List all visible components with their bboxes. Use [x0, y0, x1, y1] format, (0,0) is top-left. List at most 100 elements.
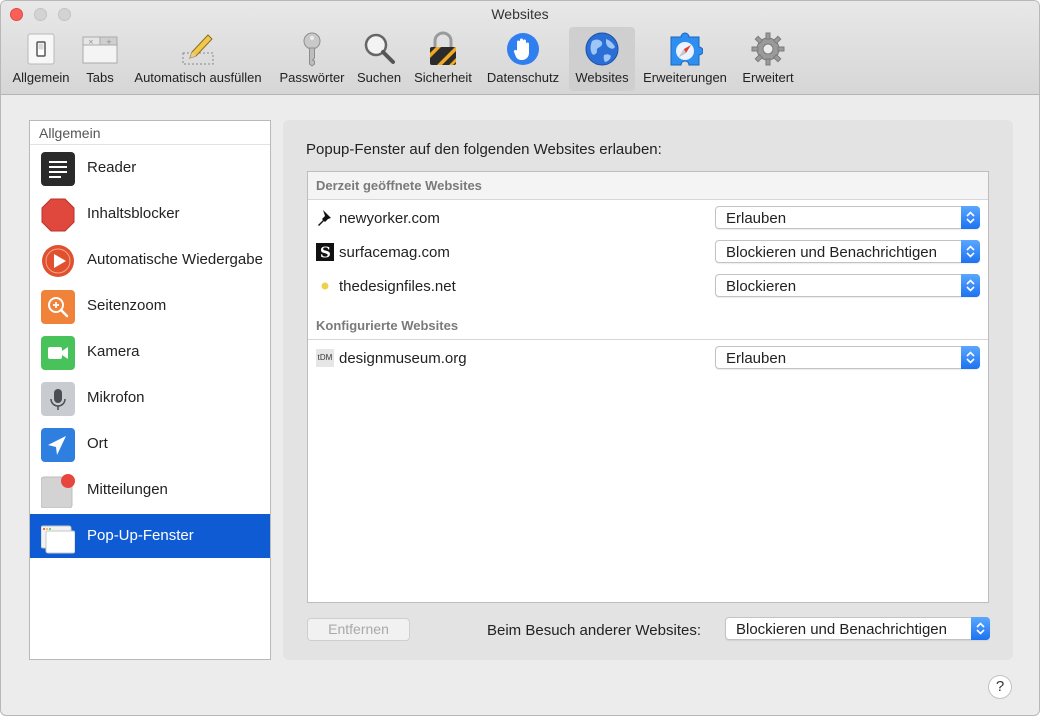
section-header-configured-websites: Konfigurierte Websites: [308, 312, 988, 340]
sidebar-header: Allgemein: [30, 121, 270, 145]
chevron-updown-icon: [961, 206, 980, 229]
titlebar: Websites Allgemein × + Tabs Automatisch …: [1, 1, 1039, 95]
settings-panel: Popup-Fenster auf den folgenden Websites…: [283, 120, 1013, 660]
sidebar-item-reader[interactable]: Reader: [30, 146, 270, 190]
sidebar-item-location[interactable]: Ort: [30, 422, 270, 466]
sidebar-item-label: Kamera: [87, 343, 140, 360]
sidebar-item-content-blockers[interactable]: Inhaltsblocker: [30, 192, 270, 236]
site-name: thedesignfiles.net: [339, 278, 456, 295]
popup-value: Blockieren: [726, 278, 797, 295]
sidebar-item-popup-windows[interactable]: Pop-Up-Fenster: [30, 514, 270, 558]
sidebar: Allgemein Reader Inhaltsblocker Automati…: [29, 120, 271, 660]
pencil-icon: [182, 34, 214, 65]
sidebar-item-autoplay[interactable]: Automatische Wiedergabe: [30, 238, 270, 282]
popup-value: Blockieren und Benachrichtigen: [736, 621, 947, 638]
site-name: designmuseum.org: [339, 350, 467, 367]
site-name: surfacemag.com: [339, 244, 450, 261]
chevron-updown-icon: [971, 617, 990, 640]
table-row[interactable]: S surfacemag.com Blockieren und Benachri…: [308, 235, 988, 269]
gear-icon: [751, 32, 785, 66]
globe-icon: [585, 32, 619, 66]
site-name: newyorker.com: [339, 210, 440, 227]
toolbar-label: Erweitert: [742, 70, 794, 85]
sidebar-item-label: Automatische Wiedergabe: [87, 251, 263, 268]
popup-window-icon: [41, 525, 75, 554]
sidebar-item-page-zoom[interactable]: Seitenzoom: [30, 284, 270, 328]
sidebar-item-label: Reader: [87, 159, 137, 176]
site-setting-popup[interactable]: Erlauben: [715, 206, 980, 229]
stop-sign-icon: [41, 198, 75, 232]
popup-value: Blockieren und Benachrichtigen: [726, 244, 937, 261]
toolbar-item-extensions[interactable]: Erweiterungen: [639, 27, 731, 91]
table-row[interactable]: tDM designmuseum.org Erlauben: [308, 341, 988, 375]
key-icon: [303, 32, 321, 67]
popup-value: Erlauben: [726, 350, 787, 367]
sidebar-item-microphone[interactable]: Mikrofon: [30, 376, 270, 420]
toolbar-item-advanced[interactable]: Erweitert: [735, 27, 801, 91]
other-websites-popup[interactable]: Blockieren und Benachrichtigen: [725, 617, 990, 640]
other-websites-label: Beim Besuch anderer Websites:: [487, 622, 701, 639]
preferences-window: Websites Allgemein × + Tabs Automatisch …: [0, 0, 1040, 716]
site-setting-popup[interactable]: Blockieren: [715, 274, 980, 297]
sidebar-item-label: Inhaltsblocker: [87, 205, 180, 222]
toolbar-item-passwords[interactable]: Passwörter: [275, 27, 349, 91]
window-title: Websites: [491, 6, 549, 22]
chevron-updown-icon: [961, 240, 980, 263]
location-arrow-icon: [41, 428, 75, 462]
sidebar-item-label: Mikrofon: [87, 389, 145, 406]
sidebar-item-label: Ort: [87, 435, 108, 452]
toolbar-label: Passwörter: [279, 70, 345, 85]
hand-icon: [507, 33, 539, 65]
dm-logo-icon: tDM: [316, 349, 334, 367]
table-row[interactable]: newyorker.com Erlauben: [308, 201, 988, 235]
toolbar-label: Allgemein: [12, 70, 70, 85]
play-icon: [42, 245, 74, 277]
general-switch-icon: [27, 33, 55, 65]
pushpin-icon: [318, 210, 331, 226]
zoom-icon: [41, 290, 75, 324]
toolbar-item-search[interactable]: Suchen: [353, 27, 405, 91]
sidebar-item-label: Mitteilungen: [87, 481, 168, 498]
toolbar-label: Datenschutz: [486, 70, 560, 85]
svg-text:×: ×: [88, 38, 94, 46]
s-logo-icon: S: [316, 243, 334, 261]
microphone-icon: [41, 382, 75, 416]
popup-value: Erlauben: [726, 210, 787, 227]
sidebar-item-notifications[interactable]: Mitteilungen: [30, 468, 270, 512]
panel-title: Popup-Fenster auf den folgenden Websites…: [306, 141, 662, 158]
toolbar-item-tabs[interactable]: × + Tabs: [79, 27, 121, 91]
notifications-icon: [41, 474, 75, 508]
sidebar-item-label: Seitenzoom: [87, 297, 167, 314]
site-setting-popup[interactable]: Erlauben: [715, 346, 980, 369]
lock-icon: [430, 31, 456, 65]
magnifier-icon: [364, 33, 395, 64]
svg-text:+: +: [106, 38, 112, 46]
table-row[interactable]: thedesignfiles.net Blockieren: [308, 269, 988, 303]
toolbar-item-autofill[interactable]: Automatisch ausfüllen: [125, 27, 271, 91]
toolbar-item-websites[interactable]: Websites: [569, 27, 635, 91]
toolbar-item-allgemein[interactable]: Allgemein: [7, 27, 75, 91]
svg-text:S: S: [320, 244, 331, 262]
toolbar-label: Erweiterungen: [643, 70, 727, 85]
toolbar-label: Automatisch ausfüllen: [134, 70, 262, 85]
camera-icon: [41, 336, 75, 370]
toolbar-label: Websites: [575, 70, 629, 85]
toolbar-label: Tabs: [86, 70, 114, 85]
help-button[interactable]: ?: [988, 675, 1012, 699]
yellow-dot-icon: [321, 282, 329, 290]
tabs-icon: × +: [82, 36, 118, 64]
remove-button[interactable]: Entfernen: [307, 618, 410, 641]
sidebar-item-camera[interactable]: Kamera: [30, 330, 270, 374]
chevron-updown-icon: [961, 346, 980, 369]
toolbar-item-privacy[interactable]: Datenschutz: [481, 27, 565, 91]
chevron-updown-icon: [961, 274, 980, 297]
site-setting-popup[interactable]: Blockieren und Benachrichtigen: [715, 240, 980, 263]
toolbar-item-security[interactable]: Sicherheit: [409, 27, 477, 91]
sidebar-item-label: Pop-Up-Fenster: [87, 527, 194, 544]
puzzle-compass-icon: [670, 32, 703, 66]
section-header-open-websites: Derzeit geöffnete Websites: [308, 172, 988, 200]
reader-icon: [41, 152, 75, 186]
toolbar-label: Suchen: [356, 70, 402, 85]
websites-list: Derzeit geöffnete Websites newyorker.com…: [307, 171, 989, 603]
toolbar-label: Sicherheit: [414, 70, 472, 85]
